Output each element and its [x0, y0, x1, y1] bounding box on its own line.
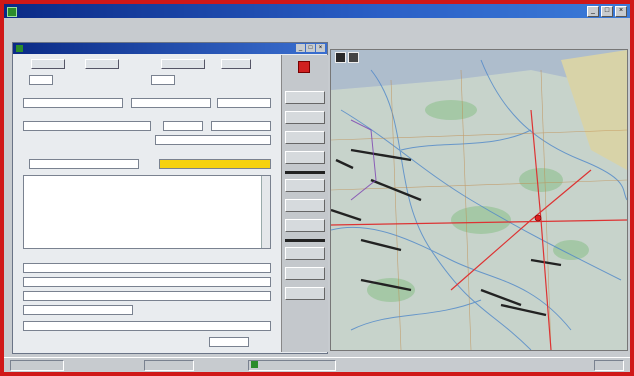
toolbar-button-1[interactable]: [31, 59, 65, 69]
field-4[interactable]: [131, 98, 211, 108]
menu-bar: [4, 18, 630, 29]
field-10[interactable]: [29, 159, 139, 169]
field-6[interactable]: [23, 121, 151, 131]
divider-2: [285, 239, 325, 242]
field-3[interactable]: [23, 98, 123, 108]
memo-scrollbar[interactable]: [261, 176, 270, 248]
field-14[interactable]: [23, 305, 133, 315]
action-button-9[interactable]: [285, 267, 325, 280]
form-title-bar: _ □ ×: [13, 43, 327, 54]
action-button-8[interactable]: [285, 247, 325, 260]
action-button-10[interactable]: [285, 287, 325, 300]
map-tool-icon[interactable]: [335, 52, 346, 63]
form-close-button[interactable]: ×: [316, 44, 325, 52]
status-icon: [251, 361, 258, 368]
action-button-5[interactable]: [285, 179, 325, 192]
map-canvas[interactable]: [331, 50, 627, 350]
flag-icon[interactable]: [298, 61, 310, 73]
map-layer-icon[interactable]: [348, 52, 359, 63]
field-2[interactable]: [151, 75, 175, 85]
maximize-button[interactable]: □: [601, 6, 613, 17]
form-minimize-button[interactable]: _: [296, 44, 305, 52]
form-maximize-button[interactable]: □: [306, 44, 315, 52]
action-button-7[interactable]: [285, 219, 325, 232]
field-11[interactable]: [23, 263, 271, 273]
status-panel-1: [10, 360, 64, 371]
window-title-bar: _ □ ×: [4, 4, 630, 18]
field-16[interactable]: [209, 337, 249, 347]
status-bar: [4, 357, 630, 372]
action-button-1[interactable]: [285, 91, 325, 104]
field-7[interactable]: [163, 121, 203, 131]
highlighted-field[interactable]: [159, 159, 271, 169]
close-button[interactable]: ×: [615, 6, 627, 17]
field-9[interactable]: [155, 135, 271, 145]
field-13[interactable]: [23, 291, 271, 301]
toolbar-button-3[interactable]: [161, 59, 205, 69]
application-window: _ □ × _ □ ×: [4, 4, 630, 372]
toolbar-button-4[interactable]: [221, 59, 251, 69]
form-icon: [16, 45, 23, 52]
record-form-window: _ □ ×: [12, 42, 328, 354]
minimize-button[interactable]: _: [587, 6, 599, 17]
status-panel-4: [594, 360, 624, 371]
toolbar-button-2[interactable]: [85, 59, 119, 69]
action-button-2[interactable]: [285, 111, 325, 124]
action-button-3[interactable]: [285, 131, 325, 144]
action-button-4[interactable]: [285, 151, 325, 164]
field-5[interactable]: [217, 98, 271, 108]
field-1[interactable]: [29, 75, 53, 85]
divider-1: [285, 171, 325, 174]
notes-memo[interactable]: [23, 175, 271, 249]
action-panel: [281, 55, 328, 352]
action-button-6[interactable]: [285, 199, 325, 212]
field-12[interactable]: [23, 277, 271, 287]
status-panel-3: [248, 360, 336, 371]
status-panel-2: [144, 360, 194, 371]
field-15[interactable]: [23, 321, 271, 331]
map-view[interactable]: [330, 49, 628, 351]
app-icon: [7, 7, 17, 17]
field-8[interactable]: [211, 121, 271, 131]
